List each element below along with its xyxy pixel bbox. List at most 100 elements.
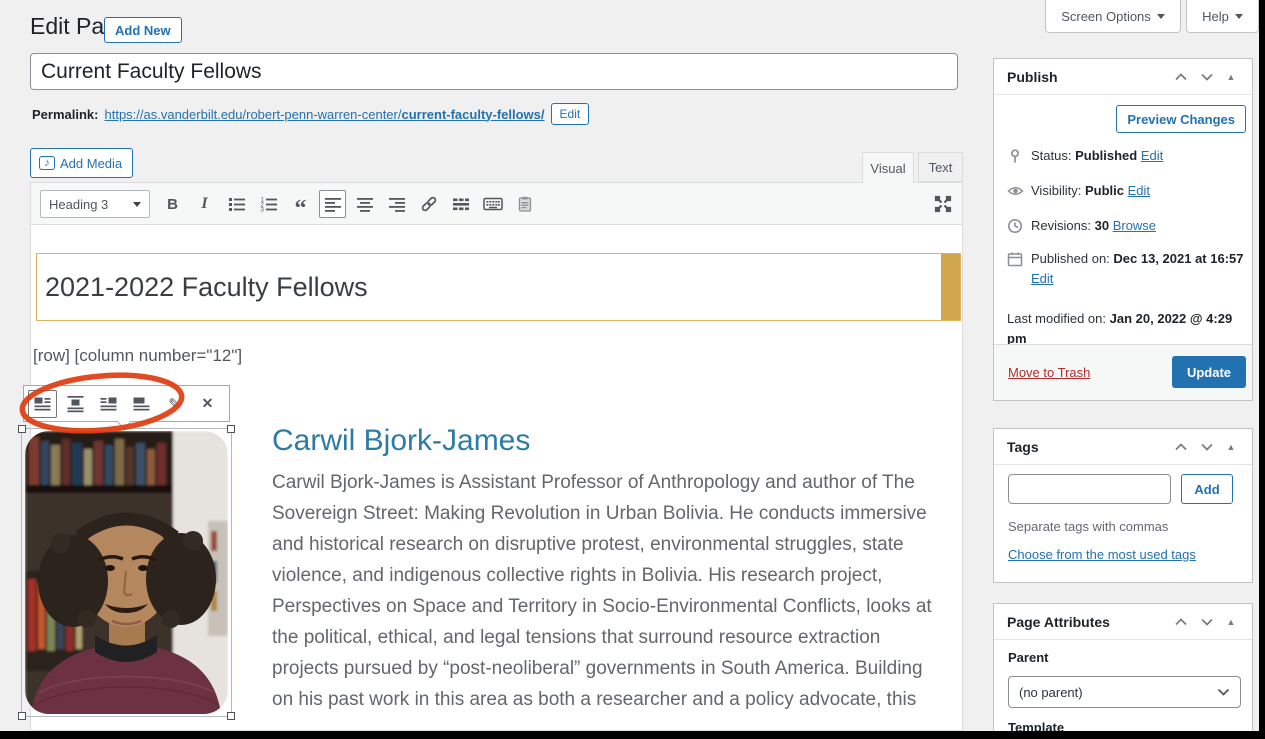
panel-toggle-button[interactable]: ▲ [1220,66,1242,88]
image-align-none-button[interactable] [127,390,156,418]
chevron-up-icon [1174,618,1188,626]
panel-title: Page Attributes [1007,614,1168,630]
insert-link-button[interactable] [415,190,442,218]
bulleted-list-button[interactable] [223,190,250,218]
visibility-row: Visibility: Public Edit [1007,181,1235,201]
browse-revisions-link[interactable]: Browse [1113,218,1156,233]
bio-line: violence, and indigenous collective righ… [272,560,932,591]
profile-photo-carwil-bjork-james[interactable] [25,431,228,714]
bold-button[interactable]: B [159,190,186,218]
keyboard-icon [483,195,503,213]
link-icon [419,194,439,214]
publish-panel-header[interactable]: Publish ▲ [994,59,1252,95]
bio-line: Carwil Bjork-James is Assistant Professo… [272,467,932,498]
tags-hint: Separate tags with commas [1008,519,1168,534]
move-panel-down-button[interactable] [1194,611,1220,633]
tags-panel: Tags ▲ Add Separate tags with commas Cho… [993,428,1253,583]
add-media-button[interactable]: ♪ Add Media [30,148,133,178]
edit-visibility-link[interactable]: Edit [1128,183,1150,198]
bio-line: projects pursued by “post-neoliberal” go… [272,653,932,684]
image-align-left-icon [33,394,52,413]
profile-heading[interactable]: Carwil Bjork-James [272,424,530,458]
clipboard-icon [516,195,534,213]
screenshot-crop-bar [1259,0,1265,739]
chevron-down-icon [1217,688,1230,696]
post-title-input[interactable] [30,53,958,90]
read-more-icon [452,195,470,213]
add-new-button[interactable]: Add New [104,17,182,43]
image-align-none-icon [132,394,151,413]
bio-line: and historical research on disruptive pr… [272,529,932,560]
chevron-down-icon [1200,443,1214,451]
italic-button[interactable]: I [191,190,218,218]
numbered-list-button[interactable]: 123 [255,190,282,218]
add-tag-button[interactable]: Add [1181,474,1233,504]
page-attributes-panel: Page Attributes ▲ Parent (no parent) Tem… [993,603,1253,739]
move-panel-up-button[interactable] [1168,611,1194,633]
bio-line: the political, ethical, and legal tensio… [272,622,932,653]
align-right-button[interactable] [383,190,410,218]
profile-bio[interactable]: Carwil Bjork-James is Assistant Professo… [272,467,932,715]
read-more-button[interactable] [447,190,474,218]
most-used-tags-link[interactable]: Choose from the most used tags [1008,547,1196,562]
shortcode-text[interactable]: [row] [column number="12"] [33,346,242,366]
section-heading-block[interactable]: 2021-2022 Faculty Fellows [36,253,961,321]
permalink-base: https://as.vanderbilt.edu/robert-penn-wa… [104,107,401,122]
published-on-row: Published on: Dec 13, 2021 at 16:57 Edit [1007,249,1235,289]
bio-line: on his past work in this area as both a … [272,684,932,715]
panel-title: Tags [1007,439,1168,455]
preview-changes-button[interactable]: Preview Changes [1116,105,1246,133]
publish-panel: Publish ▲ Preview Changes Status: Publis… [993,58,1253,401]
resize-handle[interactable] [18,425,26,433]
fullscreen-button[interactable] [932,193,954,215]
edit-published-date-link[interactable]: Edit [1031,271,1053,286]
eye-icon [1007,183,1024,199]
move-panel-down-button[interactable] [1194,66,1220,88]
editor-toolbar: Heading 3 B I 123 “ [31,183,962,225]
media-icon: ♪ [39,156,55,170]
tab-text[interactable]: Text [918,152,963,182]
section-heading: 2021-2022 Faculty Fellows [45,272,368,303]
tags-panel-header[interactable]: Tags ▲ [994,429,1252,465]
align-center-button[interactable] [351,190,378,218]
image-align-right-button[interactable] [94,390,123,418]
page-attributes-panel-header[interactable]: Page Attributes ▲ [994,604,1252,640]
resize-handle[interactable] [18,712,26,720]
update-button[interactable]: Update [1172,356,1246,388]
align-left-icon [324,195,342,213]
permalink: Permalink: https://as.vanderbilt.edu/rob… [32,103,589,125]
edit-permalink-button[interactable]: Edit [551,103,590,125]
help-button[interactable]: Help [1186,0,1259,33]
image-align-center-button[interactable] [61,390,90,418]
blockquote-button[interactable]: “ [287,190,314,218]
move-panel-down-button[interactable] [1194,436,1220,458]
toolbar-toggle-button[interactable] [479,190,506,218]
align-right-icon [388,195,406,213]
move-panel-up-button[interactable] [1168,436,1194,458]
fullscreen-icon [932,193,954,215]
parent-select[interactable]: (no parent) [1008,676,1241,708]
publishing-actions: Move to Trash Update [994,344,1252,400]
move-to-trash-link[interactable]: Move to Trash [1008,365,1090,380]
tab-visual[interactable]: Visual [862,152,914,183]
chevron-up-icon [1174,73,1188,81]
chevron-down-icon [1200,618,1214,626]
new-tag-input[interactable] [1008,474,1171,504]
panel-toggle-button[interactable]: ▲ [1220,611,1242,633]
image-align-left-button[interactable] [28,390,57,418]
calendar-icon [1007,251,1023,267]
align-left-button[interactable] [319,190,346,218]
image-edit-button[interactable]: ✎ [160,390,189,418]
pin-icon [1007,148,1023,164]
move-panel-up-button[interactable] [1168,66,1194,88]
screen-options-button[interactable]: Screen Options [1045,0,1181,33]
image-remove-button[interactable]: ✕ [193,390,222,418]
revisions-row: Revisions: 30 Browse [1007,216,1235,236]
edit-status-link[interactable]: Edit [1141,148,1163,163]
paste-button[interactable] [511,190,538,218]
chevron-down-icon [133,202,141,207]
parent-label: Parent [1008,650,1048,665]
paragraph-format-select[interactable]: Heading 3 [40,190,150,218]
panel-toggle-button[interactable]: ▲ [1220,436,1242,458]
permalink-link[interactable]: https://as.vanderbilt.edu/robert-penn-wa… [104,107,544,122]
